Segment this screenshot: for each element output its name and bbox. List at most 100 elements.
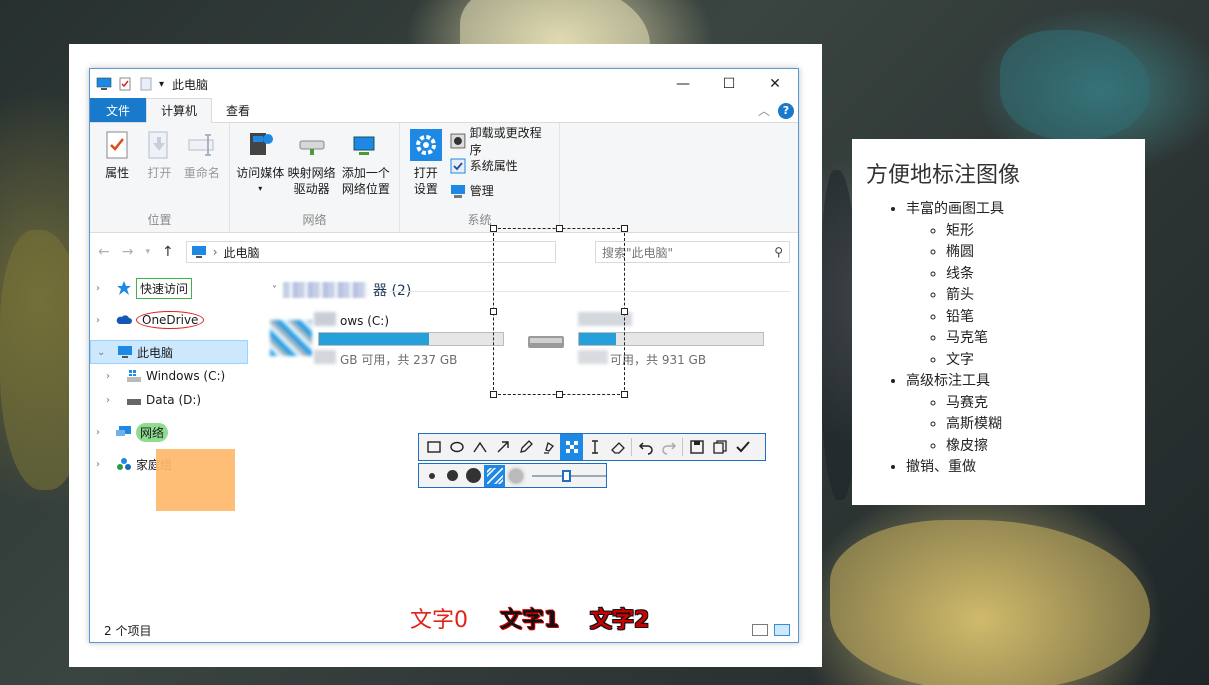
annotation-toolbar: [418, 433, 766, 461]
chevron-right-icon[interactable]: ›: [96, 283, 110, 294]
size-small-button[interactable]: [421, 465, 442, 487]
forward-arrow-icon[interactable]: →: [122, 244, 134, 260]
nav-item-this-pc[interactable]: ⌄ 此电脑: [90, 340, 248, 364]
drive-c-tile[interactable]: ows (C:) GB 可用，共 237 GB: [270, 310, 510, 370]
manage-label: 管理: [469, 184, 494, 198]
copy-icon: [712, 440, 727, 454]
uninstall-programs-button[interactable]: 卸载或更改程序: [450, 126, 553, 157]
polyline-icon: [472, 441, 487, 453]
tab-view[interactable]: 查看: [212, 98, 264, 122]
blur-level-icon: [505, 465, 526, 487]
devices-section-header[interactable]: ˅ 器 (2): [272, 280, 411, 300]
undo-icon: [638, 442, 653, 455]
confirm-button[interactable]: [731, 434, 754, 460]
large-icons-view-icon[interactable]: [774, 624, 790, 636]
access-media-label: 访问媒体: [236, 166, 285, 180]
cloud-icon: [116, 315, 132, 324]
chevron-right-icon[interactable]: ›: [96, 315, 110, 326]
nav-item-quick-access[interactable]: › 快速访问: [90, 276, 248, 300]
arrow-tool[interactable]: [491, 434, 514, 460]
add-network-location-label: 添加一个 网络位置: [341, 166, 390, 196]
properties-icon[interactable]: [117, 76, 133, 92]
close-button[interactable]: ✕: [752, 69, 798, 99]
undo-button[interactable]: [634, 434, 657, 460]
nav-item-windows-c[interactable]: › Windows (C:): [90, 364, 248, 388]
text-annotation-1[interactable]: 文字1: [500, 602, 559, 634]
chevron-down-icon[interactable]: ⌄: [97, 347, 111, 358]
up-arrow-icon[interactable]: ↑: [162, 244, 174, 260]
resize-handle[interactable]: [490, 225, 497, 232]
ribbon-group-location: 属性 打开 重命名 位置: [90, 123, 230, 232]
system-properties-button[interactable]: 系统属性: [450, 156, 553, 175]
tab-file[interactable]: 文件: [90, 98, 147, 122]
chevron-right-icon[interactable]: ›: [106, 371, 120, 382]
back-arrow-icon[interactable]: ←: [98, 244, 110, 260]
network-icon: [116, 426, 131, 436]
selection-rectangle[interactable]: [490, 225, 628, 398]
save-button[interactable]: [685, 434, 708, 460]
resize-handle[interactable]: [621, 225, 628, 232]
recent-dropdown-icon[interactable]: ▾: [145, 247, 150, 257]
new-folder-icon[interactable]: [138, 76, 154, 92]
rectangle-icon: [426, 441, 441, 453]
tab-computer[interactable]: 计算机: [146, 98, 213, 123]
rectangle-tool[interactable]: [422, 434, 445, 460]
text-annotation-0[interactable]: 文字0: [410, 602, 468, 634]
address-bar-row: ← → ▾ ↑ › 此电脑 搜索"此电脑" ⚲: [90, 233, 798, 271]
help-icon[interactable]: ?: [778, 102, 794, 119]
search-icon: ⚲: [774, 245, 783, 259]
open-settings-label: 打开 设置: [413, 166, 438, 196]
marker-tool[interactable]: [537, 434, 560, 460]
feature-item: 铅笔: [946, 307, 1131, 329]
nav-item-network[interactable]: › 网络: [90, 420, 248, 444]
title-bar: ▾ 此电脑 — ☐ ✕: [90, 69, 798, 99]
nav-item-data-d[interactable]: › Data (D:): [90, 388, 248, 412]
details-view-icon[interactable]: [752, 624, 768, 636]
line-tool[interactable]: [468, 434, 491, 460]
chevron-right-icon[interactable]: ›: [96, 459, 110, 470]
ribbon-group-network: 访问媒体 ▾ 映射网络 驱动器 添加一个 网络位置 网络: [230, 123, 400, 232]
eraser-tool[interactable]: [606, 434, 629, 460]
access-media-dropdown-icon: ▾: [258, 184, 263, 193]
slider-thumb[interactable]: [562, 469, 572, 482]
quick-access-dropdown-icon[interactable]: ▾: [159, 79, 164, 90]
homegroup-icon: [117, 458, 131, 470]
maximize-button[interactable]: ☐: [706, 69, 752, 99]
resize-handle[interactable]: [490, 308, 497, 315]
redo-button[interactable]: [657, 434, 680, 460]
nav-item-onedrive[interactable]: › OneDrive: [90, 308, 248, 332]
path-label: 此电脑: [223, 245, 260, 260]
resize-handle[interactable]: [556, 225, 563, 232]
text-annotation-2[interactable]: 文字2: [590, 602, 649, 634]
text-tool[interactable]: [583, 434, 606, 460]
chevron-right-icon[interactable]: ›: [106, 395, 120, 406]
resize-handle[interactable]: [490, 391, 497, 398]
collapse-ribbon-icon[interactable]: ︿: [758, 102, 770, 119]
manage-icon: [450, 184, 465, 198]
mosaic-pattern-button[interactable]: [484, 464, 506, 487]
resize-handle[interactable]: [621, 391, 628, 398]
ellipse-tool[interactable]: [445, 434, 468, 460]
nav-label-quick-access: 快速访问: [136, 277, 193, 299]
feature-item: 椭圆: [946, 242, 1131, 264]
feature-section: 高级标注工具 马赛克 高斯模糊 橡皮擦: [906, 371, 1131, 457]
uninstall-programs-label: 卸载或更改程序: [469, 125, 542, 157]
minimize-button[interactable]: —: [660, 69, 706, 99]
copy-button[interactable]: [708, 434, 731, 460]
size-medium-button[interactable]: [442, 465, 463, 487]
group-label-system: 系统: [467, 213, 492, 227]
chevron-right-icon[interactable]: ›: [96, 427, 110, 438]
hatch-pattern-icon: [486, 467, 503, 484]
resize-handle[interactable]: [556, 391, 563, 398]
mosaic-tool[interactable]: [560, 434, 583, 460]
resize-handle[interactable]: [621, 308, 628, 315]
pencil-tool[interactable]: [514, 434, 537, 460]
intensity-slider[interactable]: [532, 465, 607, 487]
feature-section: 撤销、重做: [906, 457, 1131, 479]
computer-path-icon: [191, 246, 206, 258]
size-large-button[interactable]: [463, 465, 484, 487]
rename-label: 重命名: [183, 166, 220, 180]
settings-gear-icon: [409, 129, 442, 161]
manage-button[interactable]: 管理: [450, 181, 553, 200]
collapse-section-icon[interactable]: ˅: [272, 285, 277, 296]
